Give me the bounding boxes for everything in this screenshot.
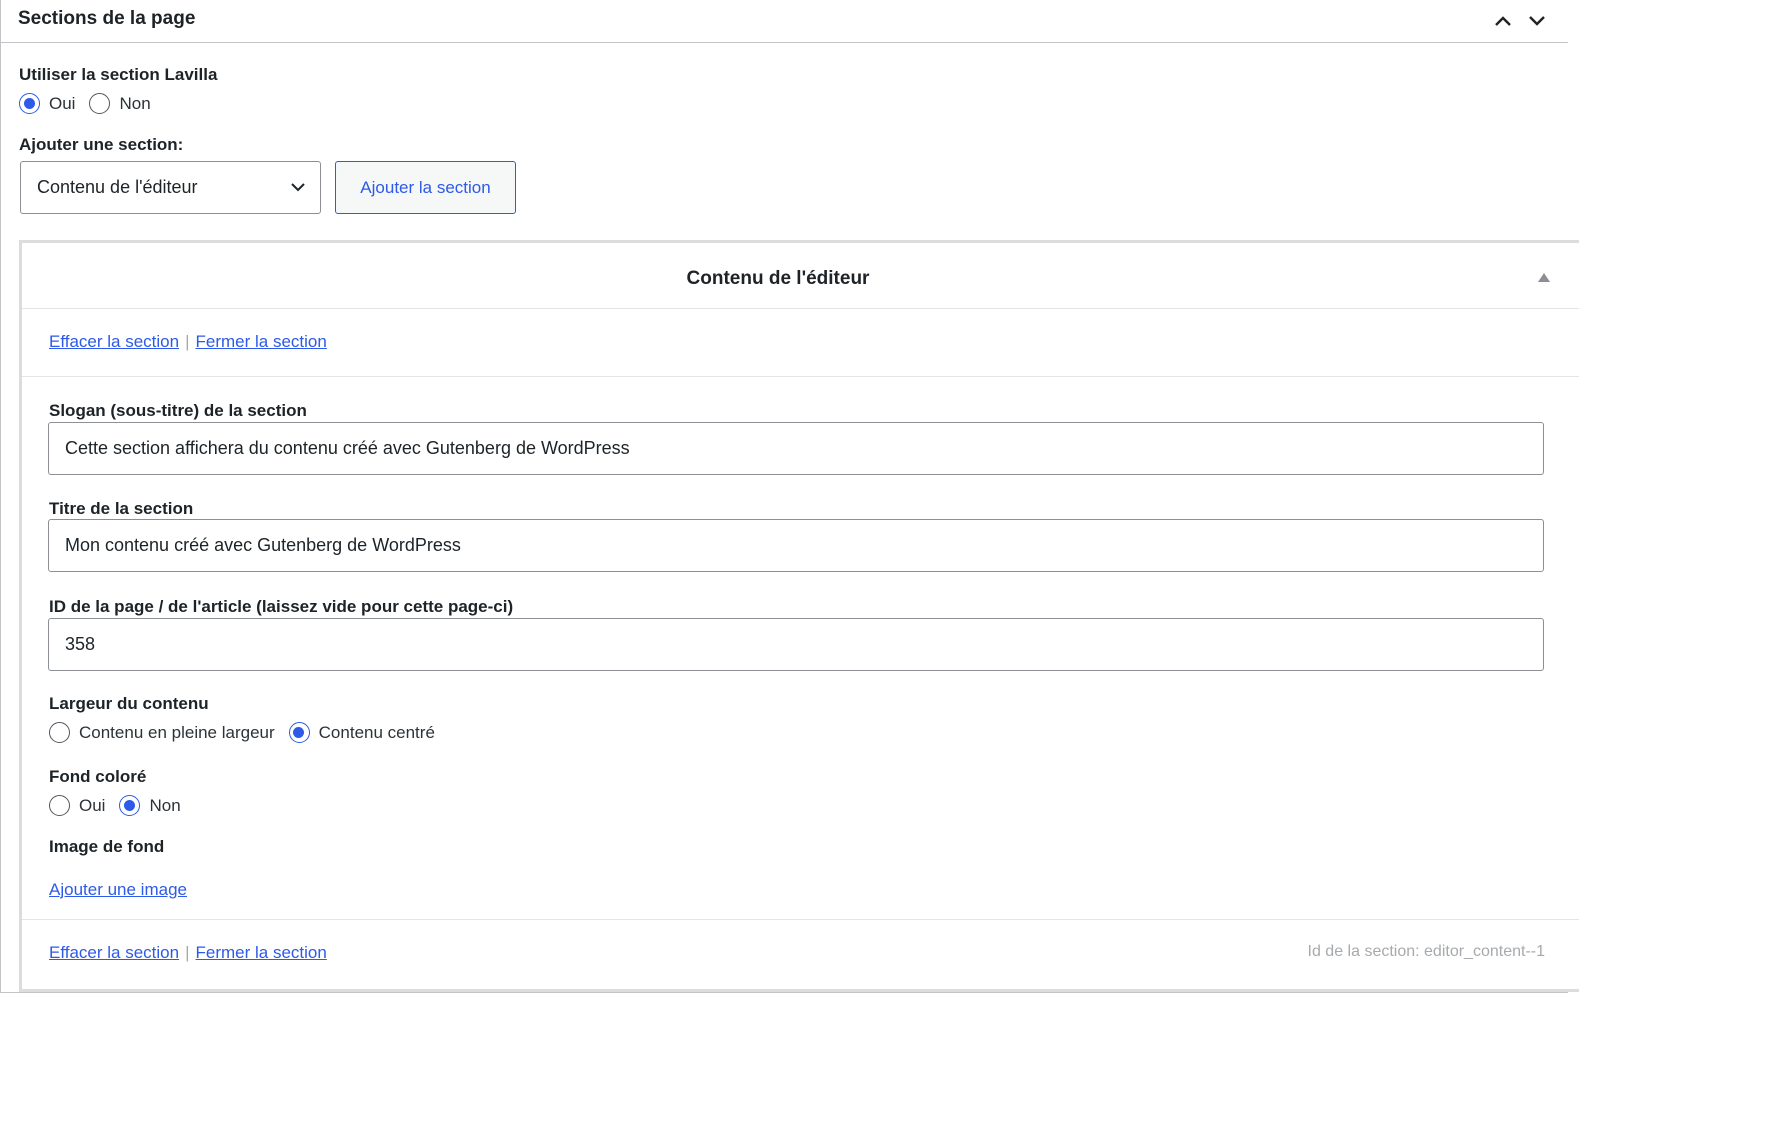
add-section-button[interactable]: Ajouter la section — [335, 161, 516, 214]
separator: | — [185, 943, 190, 962]
metabox-title: Sections de la page — [18, 8, 196, 29]
section-title-input[interactable] — [48, 519, 1544, 572]
section-actions-bottom: Effacer la section | Fermer la section — [49, 943, 327, 963]
radio-centered[interactable] — [288, 722, 310, 743]
content-width-label: Largeur du contenu — [49, 694, 209, 713]
move-up-button[interactable] — [1488, 6, 1518, 36]
close-section-link[interactable]: Fermer la section — [196, 943, 327, 963]
slogan-label: Slogan (sous-titre) de la section — [49, 401, 307, 420]
add-section-label: Ajouter une section: — [19, 135, 184, 154]
section-panel: Contenu de l'éditeur Effacer la section … — [19, 240, 1579, 992]
slogan-input[interactable] — [48, 422, 1544, 475]
move-down-button[interactable] — [1522, 6, 1552, 36]
move-up-icon — [1495, 16, 1511, 26]
section-id-text: Id de la section: editor_content--1 — [1307, 943, 1545, 960]
add-image-link[interactable]: Ajouter une image — [49, 880, 187, 900]
page-sections-metabox: Sections de la page Utiliser la section … — [0, 0, 1579, 993]
section-header[interactable]: Contenu de l'éditeur — [22, 243, 1579, 309]
colored-bg-label: Fond coloré — [49, 767, 147, 786]
section-type-select[interactable]: Contenu de l'éditeur — [20, 161, 321, 214]
move-down-icon — [1529, 16, 1545, 26]
radio-oui[interactable] — [19, 93, 40, 114]
section-title-label: Titre de la section — [49, 499, 194, 518]
divider — [22, 376, 1579, 377]
separator: | — [185, 332, 190, 351]
close-section-link[interactable]: Fermer la section — [196, 332, 327, 352]
clear-section-link[interactable]: Effacer la section — [49, 332, 179, 352]
metabox-header: Sections de la page — [1, 0, 1568, 43]
use-section-radio-group: Oui Non — [19, 93, 165, 114]
radio-bg-oui-label: Oui — [79, 795, 106, 815]
radio-full-width[interactable] — [49, 722, 70, 743]
radio-full-width-label: Contenu en pleine largeur — [79, 722, 275, 742]
radio-bg-oui[interactable] — [49, 795, 70, 816]
content-width-radio-group: Contenu en pleine largeur Contenu centré — [49, 722, 449, 743]
radio-bg-non-label: Non — [149, 795, 181, 815]
chevron-down-icon — [291, 183, 305, 192]
width-option-centered[interactable]: Contenu centré — [288, 722, 435, 743]
radio-non-label: Non — [119, 93, 151, 113]
divider — [22, 919, 1579, 920]
page-id-input[interactable] — [48, 618, 1544, 671]
colored-bg-option-non[interactable]: Non — [119, 795, 181, 816]
colored-bg-option-oui[interactable]: Oui — [49, 795, 105, 816]
use-section-label: Utiliser la section Lavilla — [19, 65, 218, 84]
colored-bg-radio-group: Oui Non — [49, 795, 195, 816]
use-section-option-non[interactable]: Non — [89, 93, 151, 114]
radio-bg-non[interactable] — [119, 795, 141, 816]
use-section-option-oui[interactable]: Oui — [19, 93, 75, 114]
radio-non[interactable] — [89, 93, 111, 114]
bg-image-label: Image de fond — [49, 837, 165, 856]
section-actions-top: Effacer la section | Fermer la section — [49, 332, 327, 352]
page-id-label: ID de la page / de l'article (laissez vi… — [49, 597, 514, 616]
collapse-triangle-icon[interactable] — [1537, 271, 1551, 283]
radio-centered-label: Contenu centré — [318, 722, 435, 742]
section-title: Contenu de l'éditeur — [686, 268, 870, 289]
clear-section-link[interactable]: Effacer la section — [49, 943, 179, 963]
section-type-select-value: Contenu de l'éditeur — [37, 177, 198, 197]
width-option-full[interactable]: Contenu en pleine largeur — [49, 722, 275, 743]
radio-oui-label: Oui — [49, 93, 76, 113]
